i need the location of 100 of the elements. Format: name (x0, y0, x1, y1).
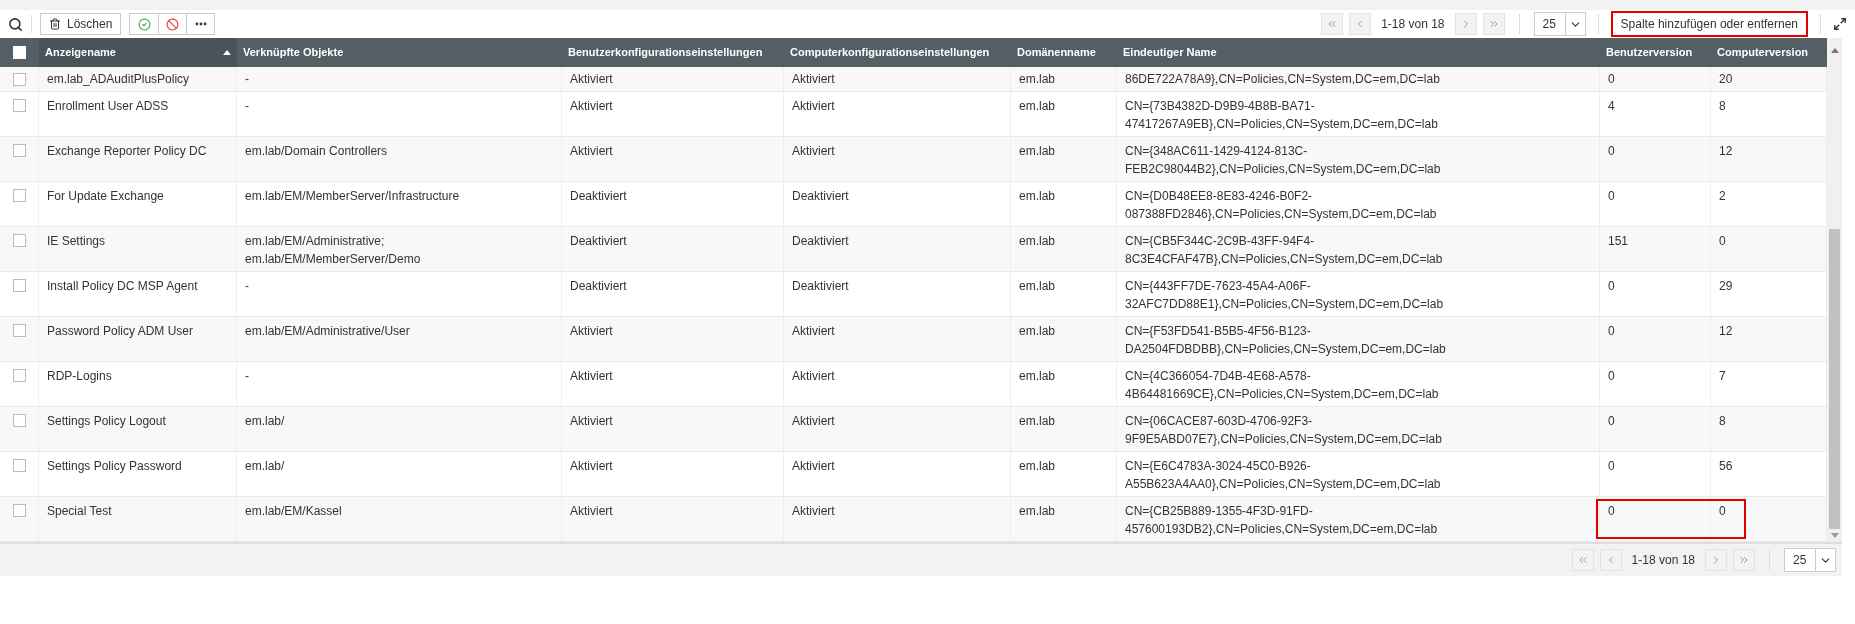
first-page-button[interactable] (1571, 549, 1594, 571)
scrollbar-drawing[interactable] (1827, 38, 1842, 542)
table-row[interactable]: em.lab_ADAuditPlusPolicy - Aktiviert Aktiviert em.lab 86DE722A78A9},CN=Policies,CN=System,DC=em,DC=lab 0 20 (0, 67, 1827, 92)
checkbox[interactable] (12, 369, 26, 382)
search-filter-icon[interactable] (8, 16, 23, 32)
page-size-select[interactable]: 25 (1784, 548, 1836, 572)
table-cell-text: CN={D0B48EE8-8E83-4246-B0F2-087388FD2846},CN=Policies,CN=System,DC=em,DC=lab (1125, 188, 1438, 223)
table-cell: em.lab (1019, 369, 1056, 383)
table-cell: em.lab (1019, 459, 1056, 473)
table-cell: 0 (1608, 504, 1615, 518)
previous-page-button[interactable] (1599, 549, 1622, 571)
checkbox[interactable] (12, 324, 26, 337)
first-page-button[interactable] (1321, 13, 1344, 35)
checkbox[interactable] (12, 99, 26, 112)
table-cell-text: CN={06CACE87-603D-4706-92F3-9F9E5ABD07E7},CN=Policies,CN=System,DC=em,DC=lab (1125, 413, 1443, 448)
checkbox[interactable] (12, 459, 26, 472)
table-row[interactable]: Password Policy ADM User em.lab/EM/Administrative/User Aktiviert Aktiviert em.lab CN={F53FD541-B5B5-4F56-B123-DA2504FDBDBB},CN=Policies,CN=System,DC=em,DC=lab 0 12 (0, 317, 1827, 362)
previous-page-button[interactable] (1349, 13, 1372, 35)
table-cell: Aktiviert (570, 459, 613, 473)
table-cell: 0 (1719, 504, 1726, 518)
column-toggle-button[interactable]: Spalte hinzufügen oder entfernen (1610, 11, 1808, 37)
checkbox[interactable] (12, 414, 26, 427)
expand-icon[interactable] (1833, 17, 1847, 31)
last-page-button[interactable] (1482, 13, 1505, 35)
table-cell: 2 (1719, 189, 1726, 203)
table-cell-text: Aktiviert (570, 71, 613, 88)
table-cell: Exchange Reporter Policy DC (47, 144, 207, 158)
column-header[interactable]: Anzeigename (39, 38, 237, 67)
table-row[interactable]: Settings Policy Logout em.lab/ Aktiviert Aktiviert em.lab CN={06CACE87-603D-4706-92F3-9F9E5ABD07E7},CN=Policies,CN=System,DC=em,DC=lab 0 8 (0, 407, 1827, 452)
table-cell-text: em.lab/EM/Kassel (245, 503, 343, 520)
table-cell: 56 (1719, 459, 1733, 473)
checkbox[interactable] (12, 234, 26, 247)
table-cell: Aktiviert (570, 99, 613, 113)
table-cell: 0 (1608, 369, 1615, 383)
check-circle-icon (137, 17, 151, 31)
table-cell-text: 0 (1608, 71, 1615, 88)
table-row[interactable]: Install Policy DC MSP Agent - Deaktiviert Deaktiviert em.lab CN={443FF7DE-7623-45A4-A06F-32AFC7DD88E1},CN=Policies,CN=System,DC=em,DC=lab 0 29 (0, 272, 1827, 317)
table-cell: em.lab (1019, 414, 1056, 428)
table-cell-text: - (245, 71, 249, 88)
table-row[interactable]: For Update Exchange em.lab/EM/MemberServer/Infrastructure Deaktiviert Deaktiviert em.lab CN={D0B48EE8-8E83-4246-B0F2-087388FD2846},CN=Policies,CN=System,DC=em,DC=lab 0 2 (0, 182, 1827, 227)
table-row[interactable]: Exchange Reporter Policy DC em.lab/Domain Controllers Aktiviert Aktiviert em.lab CN={348AC611-1429-4124-813C-FEB2C98044B2},CN=Policies,CN=System,DC=em,DC=lab 0 12 (0, 137, 1827, 182)
checkbox[interactable] (12, 144, 26, 157)
table-cell: Deaktiviert (792, 189, 849, 203)
table-cell: Settings Policy Password (47, 459, 182, 473)
table-cell: 8 (1719, 99, 1726, 113)
table-row[interactable]: Settings Policy Password em.lab/ Aktiviert Aktiviert em.lab CN={E6C4783A-3024-45C0-B926-A55B623A4AA0},CN=Policies,CN=System,DC=em,DC=lab 0 56 (0, 452, 1827, 497)
checkbox[interactable] (12, 279, 26, 292)
page-range: 1-18 von 18 (1380, 16, 1446, 33)
table-cell-text: CN={E6C4783A-3024-45C0-B926-A55B623A4AA0},CN=Policies,CN=System,DC=em,DC=lab (1125, 458, 1442, 493)
table-cell: Enrollment User ADSS (47, 99, 169, 113)
table-cell-text: em.lab (1019, 71, 1056, 88)
table-cell: 0 (1608, 459, 1615, 473)
page-range: 1-18 von 18 (1630, 552, 1696, 569)
table-cell: em.lab (1019, 324, 1056, 338)
table-cell: Deaktiviert (792, 234, 849, 248)
table-cell: em.lab (1019, 279, 1056, 293)
table-cell: Aktiviert (570, 144, 613, 158)
sort-up-icon (223, 50, 231, 55)
table-row[interactable]: Special Test em.lab/EM/Kassel Aktiviert Aktiviert em.lab CN={CB25B889-1355-4F3D-91FD-457600193DB2},CN=Policies,CN=System,DC=em,DC=lab 0 0 (0, 497, 1827, 542)
table-cell-text: CN={CB5F344C-2C9B-43FF-94F4-8C3E4CFAF47B},CN=Policies,CN=System,DC=em,DC=lab (1125, 233, 1444, 268)
table-cell: Aktiviert (792, 324, 835, 338)
table-row[interactable]: Enrollment User ADSS - Aktiviert Aktiviert em.lab CN={73B4382D-D9B9-4B8B-BA71-47417267A9EB},CN=Policies,CN=System,DC=em,DC=lab 4 8 (0, 92, 1827, 137)
table-cell-text: - (245, 278, 250, 295)
table-cell-text: CN={443FF7DE-7623-45A4-A06F-32AFC7DD88E1},CN=Policies,CN=System,DC=em,DC=lab (1125, 278, 1445, 313)
table-cell-text: CN={4C366054-7D4B-4E68-A578-4B64481669CE},CN=Policies,CN=System,DC=em,DC=lab (1125, 368, 1440, 403)
table-cell: Aktiviert (570, 369, 613, 383)
table-cell: em.lab (1019, 504, 1056, 518)
checkbox[interactable] (12, 189, 26, 202)
page-size-select[interactable]: 25 (1533, 12, 1586, 36)
table-cell: For Update Exchange (47, 189, 164, 203)
table-cell-text: 86DE722A78A9},CN=Policies,CN=System,DC=em,DC=lab (1125, 71, 1440, 88)
table-cell: 0 (1608, 144, 1615, 158)
table-row[interactable]: RDP-Logins - Aktiviert Aktiviert em.lab CN={4C366054-7D4B-4E68-A578-4B64481669CE},CN=Policies,CN=System,DC=em,DC=lab 0 7 (0, 362, 1827, 407)
table-cell: Aktiviert (792, 414, 835, 428)
table-cell: em.lab (1019, 234, 1056, 248)
last-page-button[interactable] (1733, 549, 1755, 571)
table-cell-text: em.lab/Domain Controllers (245, 143, 389, 160)
checkbox[interactable] (12, 504, 26, 517)
table-row[interactable]: IE Settings em.lab/EM/Administrative; em.lab/EM/MemberServer/Demo Deaktiviert Deaktiviert em.lab CN={CB5F344C-2C9B-43FF-94F4-8C3E4CFAF47B},CN=Policies,CN=System,DC=em,DC=lab 151 0 (0, 227, 1827, 272)
table-cell: em.lab (1019, 189, 1056, 203)
table-cell: Aktiviert (792, 144, 835, 158)
table-cell: 12 (1719, 144, 1733, 158)
table-cell: 4 (1608, 99, 1615, 113)
table-cell-text: Aktiviert (792, 71, 835, 88)
table-cell-text: - (245, 98, 250, 115)
checkbox[interactable] (12, 72, 26, 86)
table-cell-text: 20 (1719, 71, 1733, 88)
table-cell: em.lab (1019, 144, 1056, 158)
table-cell-text: em.lab/EM/Administrative/User (245, 323, 411, 340)
table-cell: Aktiviert (570, 324, 613, 338)
table-cell: Deaktiviert (570, 189, 627, 203)
table-cell: Password Policy ADM User (47, 324, 194, 338)
table-cell: 29 (1719, 279, 1733, 293)
delete-button[interactable]: Löschen (40, 13, 122, 35)
next-page-button[interactable] (1705, 549, 1727, 571)
next-page-button[interactable] (1454, 13, 1477, 35)
table-cell: Aktiviert (792, 504, 835, 518)
table-cell: 151 (1608, 234, 1629, 248)
table-cell: RDP-Logins (47, 369, 112, 383)
double-chevron-right-icon (1738, 554, 1750, 566)
